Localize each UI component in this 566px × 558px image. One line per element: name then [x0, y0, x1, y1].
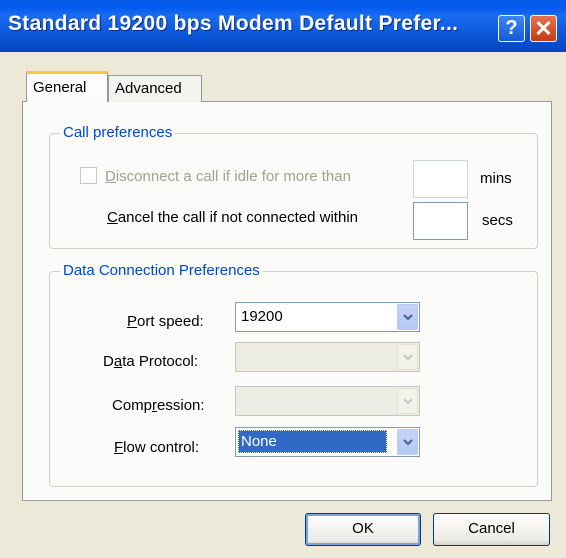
cancel-call-label: Cancel the call if not connected within — [107, 209, 358, 226]
idle-minutes-unit: mins — [480, 170, 512, 187]
compression-label: Compression: — [112, 397, 205, 414]
call-preferences-title: Call preferences — [60, 124, 176, 141]
flow-control-select[interactable]: None — [235, 427, 420, 457]
cancel-seconds-input[interactable] — [413, 202, 468, 240]
idle-minutes-input[interactable] — [413, 160, 468, 198]
compression-select[interactable] — [235, 386, 420, 416]
tab-advanced-label: Advanced — [115, 80, 182, 97]
chevron-down-icon — [403, 314, 413, 321]
disconnect-idle-label: Disconnect a call if idle for more than — [105, 168, 351, 185]
window-title: Standard 19200 bps Modem Default Prefer.… — [8, 12, 459, 35]
title-bar[interactable]: Standard 19200 bps Modem Default Prefer.… — [0, 0, 566, 52]
flow-control-label: Flow control: — [114, 439, 200, 456]
dialog-window: Standard 19200 bps Modem Default Prefer.… — [0, 0, 566, 558]
help-button[interactable]: ? — [498, 15, 525, 42]
tab-general[interactable]: General — [26, 71, 108, 102]
cancel-button[interactable]: Cancel — [433, 513, 550, 546]
ok-button[interactable]: OK — [305, 513, 421, 546]
tab-advanced[interactable]: Advanced — [108, 75, 202, 102]
data-protocol-dropdown-button[interactable] — [397, 344, 418, 370]
chevron-down-icon — [403, 354, 413, 361]
data-connection-title: Data Connection Preferences — [60, 262, 263, 279]
chevron-down-icon — [403, 398, 413, 405]
flow-control-value: None — [238, 430, 387, 453]
close-button[interactable]: ✕ — [530, 15, 557, 42]
data-protocol-select[interactable] — [235, 342, 420, 372]
port-speed-dropdown-button[interactable] — [397, 304, 418, 330]
port-speed-select[interactable]: 19200 — [235, 302, 420, 332]
port-speed-label: Port speed: — [127, 313, 204, 330]
help-icon: ? — [505, 17, 518, 39]
tab-general-label: General — [33, 79, 87, 96]
compression-dropdown-button[interactable] — [397, 388, 418, 414]
chevron-down-icon — [403, 439, 413, 446]
data-protocol-label: Data Protocol: — [103, 353, 199, 370]
flow-control-dropdown-button[interactable] — [397, 429, 418, 455]
close-icon: ✕ — [534, 16, 553, 41]
disconnect-idle-checkbox[interactable] — [80, 167, 97, 184]
port-speed-value: 19200 — [241, 308, 283, 325]
cancel-seconds-unit: secs — [482, 212, 513, 229]
